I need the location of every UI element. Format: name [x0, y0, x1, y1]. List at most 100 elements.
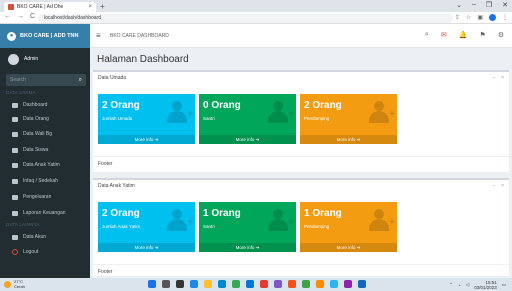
- volume-icon[interactable]: ◁: [466, 282, 469, 288]
- sidebar-item-data-akun[interactable]: Data Akun: [0, 231, 90, 243]
- stat-card-pendamping: 1 Orang Pendamping + More info ➜: [300, 202, 397, 252]
- settings-icon[interactable]: ⚙: [498, 31, 504, 39]
- box-tools: – ×: [492, 75, 504, 81]
- search-icon[interactable]: [162, 280, 170, 288]
- remove-icon[interactable]: ×: [501, 75, 504, 81]
- mail-icon[interactable]: [246, 280, 254, 288]
- task-view-icon[interactable]: [176, 280, 184, 288]
- app-title: BKO CARE DASHBOARD: [110, 33, 169, 39]
- user-plus-icon: +: [369, 209, 395, 231]
- stat-label: Santri: [203, 116, 215, 121]
- sidebar: ● BKO CARE | ADD TNN Admin Search ⌕ DATA…: [0, 24, 90, 278]
- search-icon[interactable]: ⌕: [79, 77, 82, 84]
- close-window-button[interactable]: ✕: [502, 1, 508, 9]
- weather-desc: Cerah: [14, 284, 25, 289]
- search-input[interactable]: Search: [10, 77, 26, 83]
- stat-label: Santri: [203, 224, 215, 229]
- messages-icon[interactable]: ✉: [441, 31, 447, 39]
- app-icon[interactable]: [302, 280, 310, 288]
- profile-icon[interactable]: [489, 14, 496, 21]
- extensions-icon[interactable]: ▣: [477, 14, 483, 21]
- weather-widget[interactable]: 27°C Cerah: [4, 279, 25, 289]
- app-icon[interactable]: [344, 280, 352, 288]
- remove-icon[interactable]: ×: [501, 183, 504, 189]
- avatar: [8, 53, 19, 65]
- chrome-icon[interactable]: [232, 280, 240, 288]
- window-controls: ⌄ – ❐ ✕: [456, 1, 508, 9]
- stat-card-santri: 1 Orang Santri + More info ➜: [199, 202, 296, 252]
- more-info-link[interactable]: More info ➜: [199, 135, 296, 144]
- sidebar-item-label: Data Akun: [23, 234, 47, 240]
- sidebar-item-data-orang[interactable]: Data Orang: [0, 113, 90, 125]
- collapse-icon[interactable]: –: [492, 183, 495, 189]
- edge-icon[interactable]: [190, 280, 198, 288]
- app-icon[interactable]: [316, 280, 324, 288]
- brand-logo[interactable]: ● BKO CARE | ADD TNN: [0, 24, 90, 48]
- url-input[interactable]: localhost/dash/dashboard: [38, 14, 453, 23]
- store-icon[interactable]: [218, 280, 226, 288]
- file-explorer-icon[interactable]: [204, 280, 212, 288]
- box-header: Data Umada – ×: [93, 72, 509, 84]
- reload-icon[interactable]: C: [30, 13, 35, 20]
- share-icon[interactable]: ⇪: [455, 14, 460, 21]
- stat-label: Jumlah Umada: [102, 116, 133, 121]
- sidebar-search[interactable]: Search ⌕: [6, 74, 86, 86]
- sidebar-item-data-siswa[interactable]: Data Siswa: [0, 144, 90, 156]
- tab-search-icon[interactable]: ⌄: [456, 1, 462, 9]
- sidebar-item-label: Data Siswa: [23, 147, 49, 153]
- stat-value: 2 Orang: [102, 208, 140, 219]
- file-icon: [12, 210, 18, 216]
- forward-icon[interactable]: →: [17, 13, 24, 20]
- table-icon: [12, 234, 18, 240]
- minimize-button[interactable]: –: [472, 1, 476, 9]
- user-plus-icon: +: [167, 101, 193, 123]
- browser-tab[interactable]: BKO CARE | Ad Dhe ×: [4, 2, 96, 12]
- app-icon[interactable]: [288, 280, 296, 288]
- stat-value: 2 Orang: [102, 100, 140, 111]
- box-footer: Footer: [93, 156, 509, 169]
- search-icon[interactable]: ⌕: [425, 31, 429, 39]
- more-info-link[interactable]: More info ➜: [98, 243, 195, 252]
- sidebar-item-anak-yatim[interactable]: Data Anak Yatim: [0, 159, 90, 171]
- app-icon[interactable]: [330, 280, 338, 288]
- stat-label: Pendamping: [304, 116, 330, 121]
- sidebar-item-infaq[interactable]: Infaq / Sedekah: [0, 175, 90, 187]
- app-icon[interactable]: [274, 280, 282, 288]
- tray-expand-icon[interactable]: ⌃: [449, 282, 453, 288]
- browser-toolbar-icons: ⇪ ☆ ▣ ⋮: [455, 14, 508, 21]
- new-tab-button[interactable]: +: [100, 2, 105, 11]
- sidebar-item-pengeluaran[interactable]: Pengeluaran: [0, 191, 90, 203]
- more-info-link[interactable]: More info ➜: [199, 243, 296, 252]
- sidebar-item-label: Logout: [23, 249, 39, 255]
- header-icons: ⌕ ✉ 🔔 ⚑ ⚙: [425, 31, 504, 39]
- app-icon[interactable]: [260, 280, 268, 288]
- stat-label: Pendamping: [304, 224, 330, 229]
- notifications-icon[interactable]: 🔔: [459, 31, 468, 39]
- more-info-link[interactable]: More info ➜: [98, 135, 195, 144]
- back-icon[interactable]: ←: [4, 13, 11, 20]
- bookmark-icon[interactable]: ☆: [466, 14, 471, 21]
- collapse-icon[interactable]: –: [492, 75, 495, 81]
- user-plus-icon: +: [167, 209, 193, 231]
- user-panel: Admin: [0, 48, 90, 70]
- user-plus-icon: +: [369, 101, 395, 123]
- more-info-link[interactable]: More info ➜: [300, 135, 397, 144]
- sidebar-item-label: Data Wali Bg: [23, 131, 52, 137]
- maximize-button[interactable]: ❐: [486, 1, 492, 9]
- browser-menu-icon[interactable]: ⋮: [502, 14, 508, 21]
- notification-center-icon[interactable]: ▭: [502, 282, 506, 288]
- sidebar-item-data-wali[interactable]: Data Wali Bg: [0, 128, 90, 140]
- app-icon[interactable]: [358, 280, 366, 288]
- flag-icon[interactable]: ⚑: [479, 31, 485, 39]
- wifi-icon[interactable]: ◔: [458, 283, 461, 288]
- start-icon[interactable]: [148, 280, 156, 288]
- sidebar-item-dashboard[interactable]: Dashboard: [0, 99, 90, 111]
- box-title: Data Umada: [98, 75, 127, 81]
- close-tab-icon[interactable]: ×: [88, 4, 92, 10]
- menu-toggle-icon[interactable]: ≡: [96, 31, 101, 40]
- stat-value: 1 Orang: [203, 208, 241, 219]
- sidebar-item-logout[interactable]: Logout: [0, 246, 90, 258]
- logo-icon: ●: [7, 31, 16, 41]
- sidebar-item-laporan[interactable]: Laporan Keuangan: [0, 207, 90, 219]
- more-info-link[interactable]: More info ➜: [300, 243, 397, 252]
